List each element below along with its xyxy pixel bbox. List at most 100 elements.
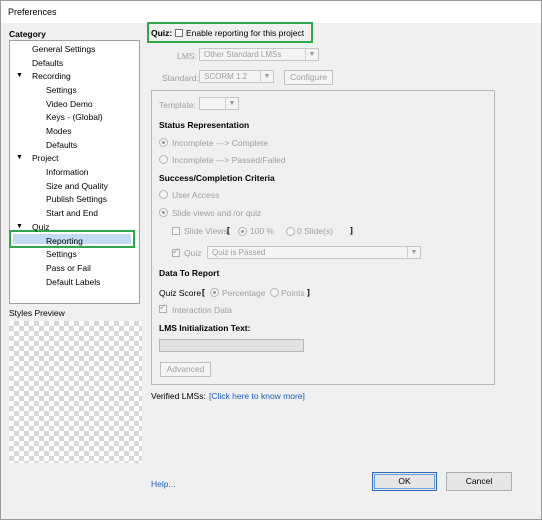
sidebar-item-default-labels[interactable]: Default Labels xyxy=(46,276,100,288)
title-bar: Preferences xyxy=(1,1,541,23)
bracket-open: [ xyxy=(227,225,230,235)
quiz-condition-select[interactable]: Quiz is Passed ▼ xyxy=(207,246,421,259)
user-access-label: User Access xyxy=(172,190,220,200)
sidebar-item-defaults[interactable]: Defaults xyxy=(46,139,77,151)
quiz-criteria-checkbox[interactable] xyxy=(172,246,180,257)
standard-label: Standard: xyxy=(162,73,199,83)
sidebar-item-label: Recording xyxy=(32,71,71,81)
sidebar-item-video-demo[interactable]: Video Demo xyxy=(46,98,93,110)
lms-select[interactable]: Other Standard LMSs ▼ xyxy=(199,48,319,61)
sidebar-item-keys-global[interactable]: Keys - (Global) xyxy=(46,111,103,123)
slide-views-quiz-label: Slide views and /or quiz xyxy=(172,208,262,218)
template-label: Template: xyxy=(159,100,196,110)
success-heading: Success/Completion Criteria xyxy=(159,173,275,183)
cancel-button[interactable]: Cancel xyxy=(446,472,512,491)
verified-lms-label: Verified LMSs: xyxy=(151,391,206,401)
template-select[interactable]: ▼ xyxy=(199,97,239,110)
sidebar-item-label: Publish Settings xyxy=(46,194,107,204)
window-title: Preferences xyxy=(8,7,57,17)
help-link[interactable]: Help... xyxy=(151,479,176,489)
sidebar-item-reporting[interactable]: Reporting xyxy=(46,235,83,247)
lms-init-field[interactable] xyxy=(159,339,304,352)
sidebar-item-label: Modes xyxy=(46,126,72,136)
sidebar-item-quiz[interactable]: Quiz xyxy=(32,221,49,233)
sidebar-item-size-and-quality[interactable]: Size and Quality xyxy=(46,180,108,192)
expand-arrow-icon[interactable]: ▼ xyxy=(16,70,23,82)
sidebar-item-label: Start and End xyxy=(46,208,98,218)
sidebar-item-general-settings[interactable]: General Settings xyxy=(32,43,95,55)
percent-radio[interactable] xyxy=(238,227,247,236)
sidebar-item-publish-settings[interactable]: Publish Settings xyxy=(46,193,107,205)
standard-value: SCORM 1.2 xyxy=(204,72,248,81)
slides-label: 0 Slide(s) xyxy=(297,226,333,236)
sidebar-item-modes[interactable]: Modes xyxy=(46,125,72,137)
data-report-heading: Data To Report xyxy=(159,268,220,278)
chevron-down-icon: ▼ xyxy=(225,98,238,109)
sidebar-item-label: Defaults xyxy=(46,140,78,150)
status-heading: Status Representation xyxy=(159,120,250,130)
sidebar-item-label: Video Demo xyxy=(46,99,93,109)
sidebar-item-label: Information xyxy=(46,167,89,177)
configure-button[interactable]: Configure xyxy=(284,70,333,85)
quiz-score-bracket-open: [ xyxy=(202,287,205,297)
sidebar-item-settings[interactable]: Settings xyxy=(46,84,77,96)
sidebar-item-label: Settings xyxy=(46,85,77,95)
chevron-down-icon: ▼ xyxy=(260,71,273,82)
quiz-score-bracket-close: ] xyxy=(307,287,310,297)
chevron-down-icon: ▼ xyxy=(305,49,318,60)
lms-init-heading: LMS Initialization Text: xyxy=(159,323,251,333)
slide-views-quiz-radio[interactable] xyxy=(159,208,168,217)
status-complete-label: Incomplete ---> Complete xyxy=(172,138,269,148)
interaction-data-label: Interaction Data xyxy=(172,305,233,315)
sidebar-item-label: Quiz xyxy=(32,222,50,232)
points-radio[interactable] xyxy=(270,288,279,297)
bracket-close: ] xyxy=(350,225,353,235)
sidebar-item-project[interactable]: Project xyxy=(32,152,58,164)
sidebar-item-recording[interactable]: Recording xyxy=(32,70,71,82)
slide-views-checkbox[interactable] xyxy=(172,227,180,235)
status-passed-failed-radio[interactable] xyxy=(159,155,168,164)
sidebar-item-settings[interactable]: Settings xyxy=(46,248,77,260)
verified-lms-link[interactable]: [Click here to know more] xyxy=(209,391,305,401)
expand-arrow-icon[interactable]: ▼ xyxy=(16,152,23,164)
status-passed-failed-label: Incomplete ---> Passed/Failed xyxy=(172,155,286,165)
sidebar-item-label: Default Labels xyxy=(46,277,101,287)
enable-reporting-checkbox[interactable] xyxy=(175,29,183,37)
quiz-score-label: Quiz Score xyxy=(159,288,202,298)
user-access-radio[interactable] xyxy=(159,190,168,199)
sidebar-item-pass-or-fail[interactable]: Pass or Fail xyxy=(46,262,91,274)
status-complete-radio[interactable] xyxy=(159,138,168,147)
slide-views-label: Slide Views xyxy=(184,226,228,236)
sidebar-item-label: General Settings xyxy=(32,44,96,54)
sidebar-item-label: Reporting xyxy=(46,236,83,246)
quiz-criteria-label: Quiz xyxy=(184,248,202,258)
category-heading: Category xyxy=(9,29,46,39)
sidebar-item-start-and-end[interactable]: Start and End xyxy=(46,207,98,219)
lms-value: Other Standard LMSs xyxy=(204,50,282,59)
percent-label: 100 % xyxy=(250,226,275,236)
sidebar-item-information[interactable]: Information xyxy=(46,166,89,178)
enable-reporting-label[interactable]: Enable reporting for this project xyxy=(186,28,304,38)
sidebar-item-defaults[interactable]: Defaults xyxy=(32,57,63,69)
quiz-label: Quiz: xyxy=(151,28,173,38)
points-label: Points xyxy=(281,288,305,298)
sidebar-item-label: Settings xyxy=(46,249,77,259)
expand-arrow-icon[interactable]: ▼ xyxy=(16,221,23,233)
lms-label: LMS: xyxy=(177,51,197,61)
styles-preview-label: Styles Preview xyxy=(9,308,65,318)
sidebar-item-label: Project xyxy=(32,153,59,163)
quiz-condition-value: Quiz is Passed xyxy=(212,248,266,257)
styles-preview xyxy=(9,321,142,463)
sidebar-item-label: Pass or Fail xyxy=(46,263,91,273)
percentage-radio[interactable] xyxy=(210,288,219,297)
interaction-data-checkbox[interactable] xyxy=(159,302,167,313)
sidebar-item-label: Size and Quality xyxy=(46,181,108,191)
standard-select[interactable]: SCORM 1.2 ▼ xyxy=(199,70,274,83)
advanced-button[interactable]: Advanced xyxy=(160,362,211,377)
slides-radio[interactable] xyxy=(286,227,295,236)
percentage-label: Percentage xyxy=(222,288,266,298)
sidebar-item-label: Keys - (Global) xyxy=(46,112,103,122)
ok-button[interactable]: OK xyxy=(372,472,437,491)
sidebar-item-label: Defaults xyxy=(32,58,64,68)
chevron-down-icon: ▼ xyxy=(407,247,420,258)
